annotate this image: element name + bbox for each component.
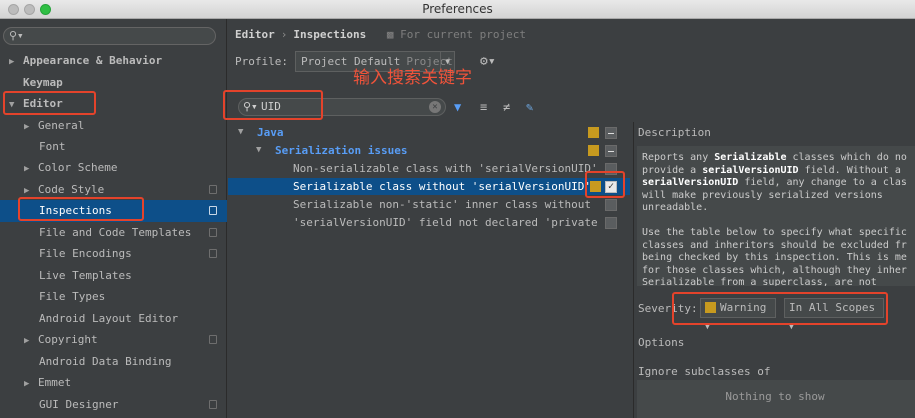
tree-row-inspection[interactable]: Non-serializable class with 'serialVersi… [228, 160, 630, 177]
expand-arrow-icon: ▶ [24, 379, 30, 389]
sidebar-item-file-types[interactable]: File Types [39, 286, 105, 307]
profile-label: Profile: [235, 55, 288, 68]
window-title: Preferences [422, 2, 493, 16]
project-scope-icon [209, 185, 217, 194]
checkbox-inspection[interactable] [605, 217, 617, 229]
sidebar-item-appearance[interactable]: ▶ Appearance & Behavior [9, 50, 162, 71]
checkbox-inspection[interactable] [605, 199, 617, 211]
sidebar-item-font[interactable]: Font [39, 136, 66, 157]
collapse-arrow-icon: ▼ [238, 127, 244, 137]
annotation-text: 输入搜索关键字 [353, 68, 472, 88]
description-panel: Description Reports any Serializable cla… [633, 122, 915, 418]
project-icon: ▩ [386, 28, 401, 41]
sidebar-item-live-templates[interactable]: Live Templates [39, 265, 132, 286]
gear-icon[interactable]: ⚙▾ [480, 54, 496, 69]
checkbox-serialization[interactable] [605, 145, 617, 157]
reset-icon[interactable]: ✎ [526, 100, 533, 114]
collapse-all-icon[interactable]: ≠ [503, 100, 510, 114]
for-current-project-note: ▩ For current project [386, 28, 526, 41]
description-header: Description [638, 126, 711, 139]
sidebar-search-input[interactable]: ⚲▾ [3, 27, 216, 45]
sidebar-item-android-data-binding[interactable]: Android Data Binding [39, 351, 171, 372]
expand-arrow-icon: ▶ [24, 122, 30, 132]
title-bar: Preferences [0, 0, 915, 19]
sidebar-item-keymap[interactable]: Keymap [23, 72, 63, 93]
clear-search-icon[interactable]: ✕ [429, 101, 441, 113]
project-scope-icon [209, 206, 217, 215]
sidebar-item-general[interactable]: ▶ General [24, 115, 84, 136]
tree-row-java[interactable]: ▼ Java [228, 124, 630, 141]
inspections-panel: Editor › Inspections ▩ For current project… [223, 19, 915, 418]
expand-all-icon[interactable]: ≡ [480, 100, 487, 114]
tree-row-inspection[interactable]: Serializable non-'static' inner class wi… [228, 196, 630, 213]
tree-row-inspection[interactable]: 'serialVersionUID' field not declared 'p… [228, 214, 630, 231]
severity-icon [588, 127, 599, 138]
expand-arrow-icon: ▶ [9, 57, 15, 67]
editor-annotation-box [3, 91, 96, 115]
checkbox-annotation-box [585, 171, 625, 198]
project-scope-icon [209, 249, 217, 258]
breadcrumb: Editor › Inspections ▩ For current project [235, 28, 526, 41]
filter-icon[interactable]: ▼ [454, 100, 461, 114]
sidebar-item-file-code-templates[interactable]: File and Code Templates [39, 222, 227, 243]
sidebar-item-file-encodings[interactable]: File Encodings [39, 243, 227, 264]
settings-sidebar: ⚲▾ ▶ Appearance & Behavior Keymap ▼ Editor… [0, 19, 227, 418]
sidebar-item-copyright[interactable]: ▶ Copyright [24, 329, 227, 350]
expand-arrow-icon: ▶ [24, 164, 30, 174]
severity-icon [588, 145, 599, 156]
expand-arrow-icon: ▶ [24, 336, 30, 346]
sidebar-item-gui-designer[interactable]: GUI Designer [39, 394, 227, 415]
ignore-subclasses-label: Ignore subclasses of [638, 365, 771, 378]
sidebar-item-emmet[interactable]: ▶ Emmet [24, 372, 71, 393]
tree-row-inspection-selected[interactable]: Serializable class without 'serialVersio… [228, 178, 630, 195]
sidebar-item-color-scheme[interactable]: ▶ Color Scheme [24, 157, 117, 178]
inspection-tree: ▼ Java ▼ Serialization issues Non-serial… [228, 122, 630, 418]
project-scope-icon [209, 400, 217, 409]
project-scope-icon [209, 335, 217, 344]
checkbox-java[interactable] [605, 127, 617, 139]
empty-table-text: Nothing to show [725, 390, 825, 403]
tree-row-serialization[interactable]: ▼ Serialization issues [228, 142, 630, 159]
options-label: Options [638, 336, 685, 349]
collapse-arrow-icon: ▼ [256, 145, 262, 155]
project-scope-icon [209, 228, 217, 237]
description-text: Reports any Serializable classes which d… [637, 146, 915, 286]
search-icon: ⚲▾ [9, 29, 24, 42]
search-annotation-box [223, 90, 323, 120]
severity-annotation-box [672, 292, 888, 325]
sidebar-item-android-layout-editor[interactable]: Android Layout Editor [39, 308, 178, 329]
inspections-annotation-box [18, 197, 144, 221]
